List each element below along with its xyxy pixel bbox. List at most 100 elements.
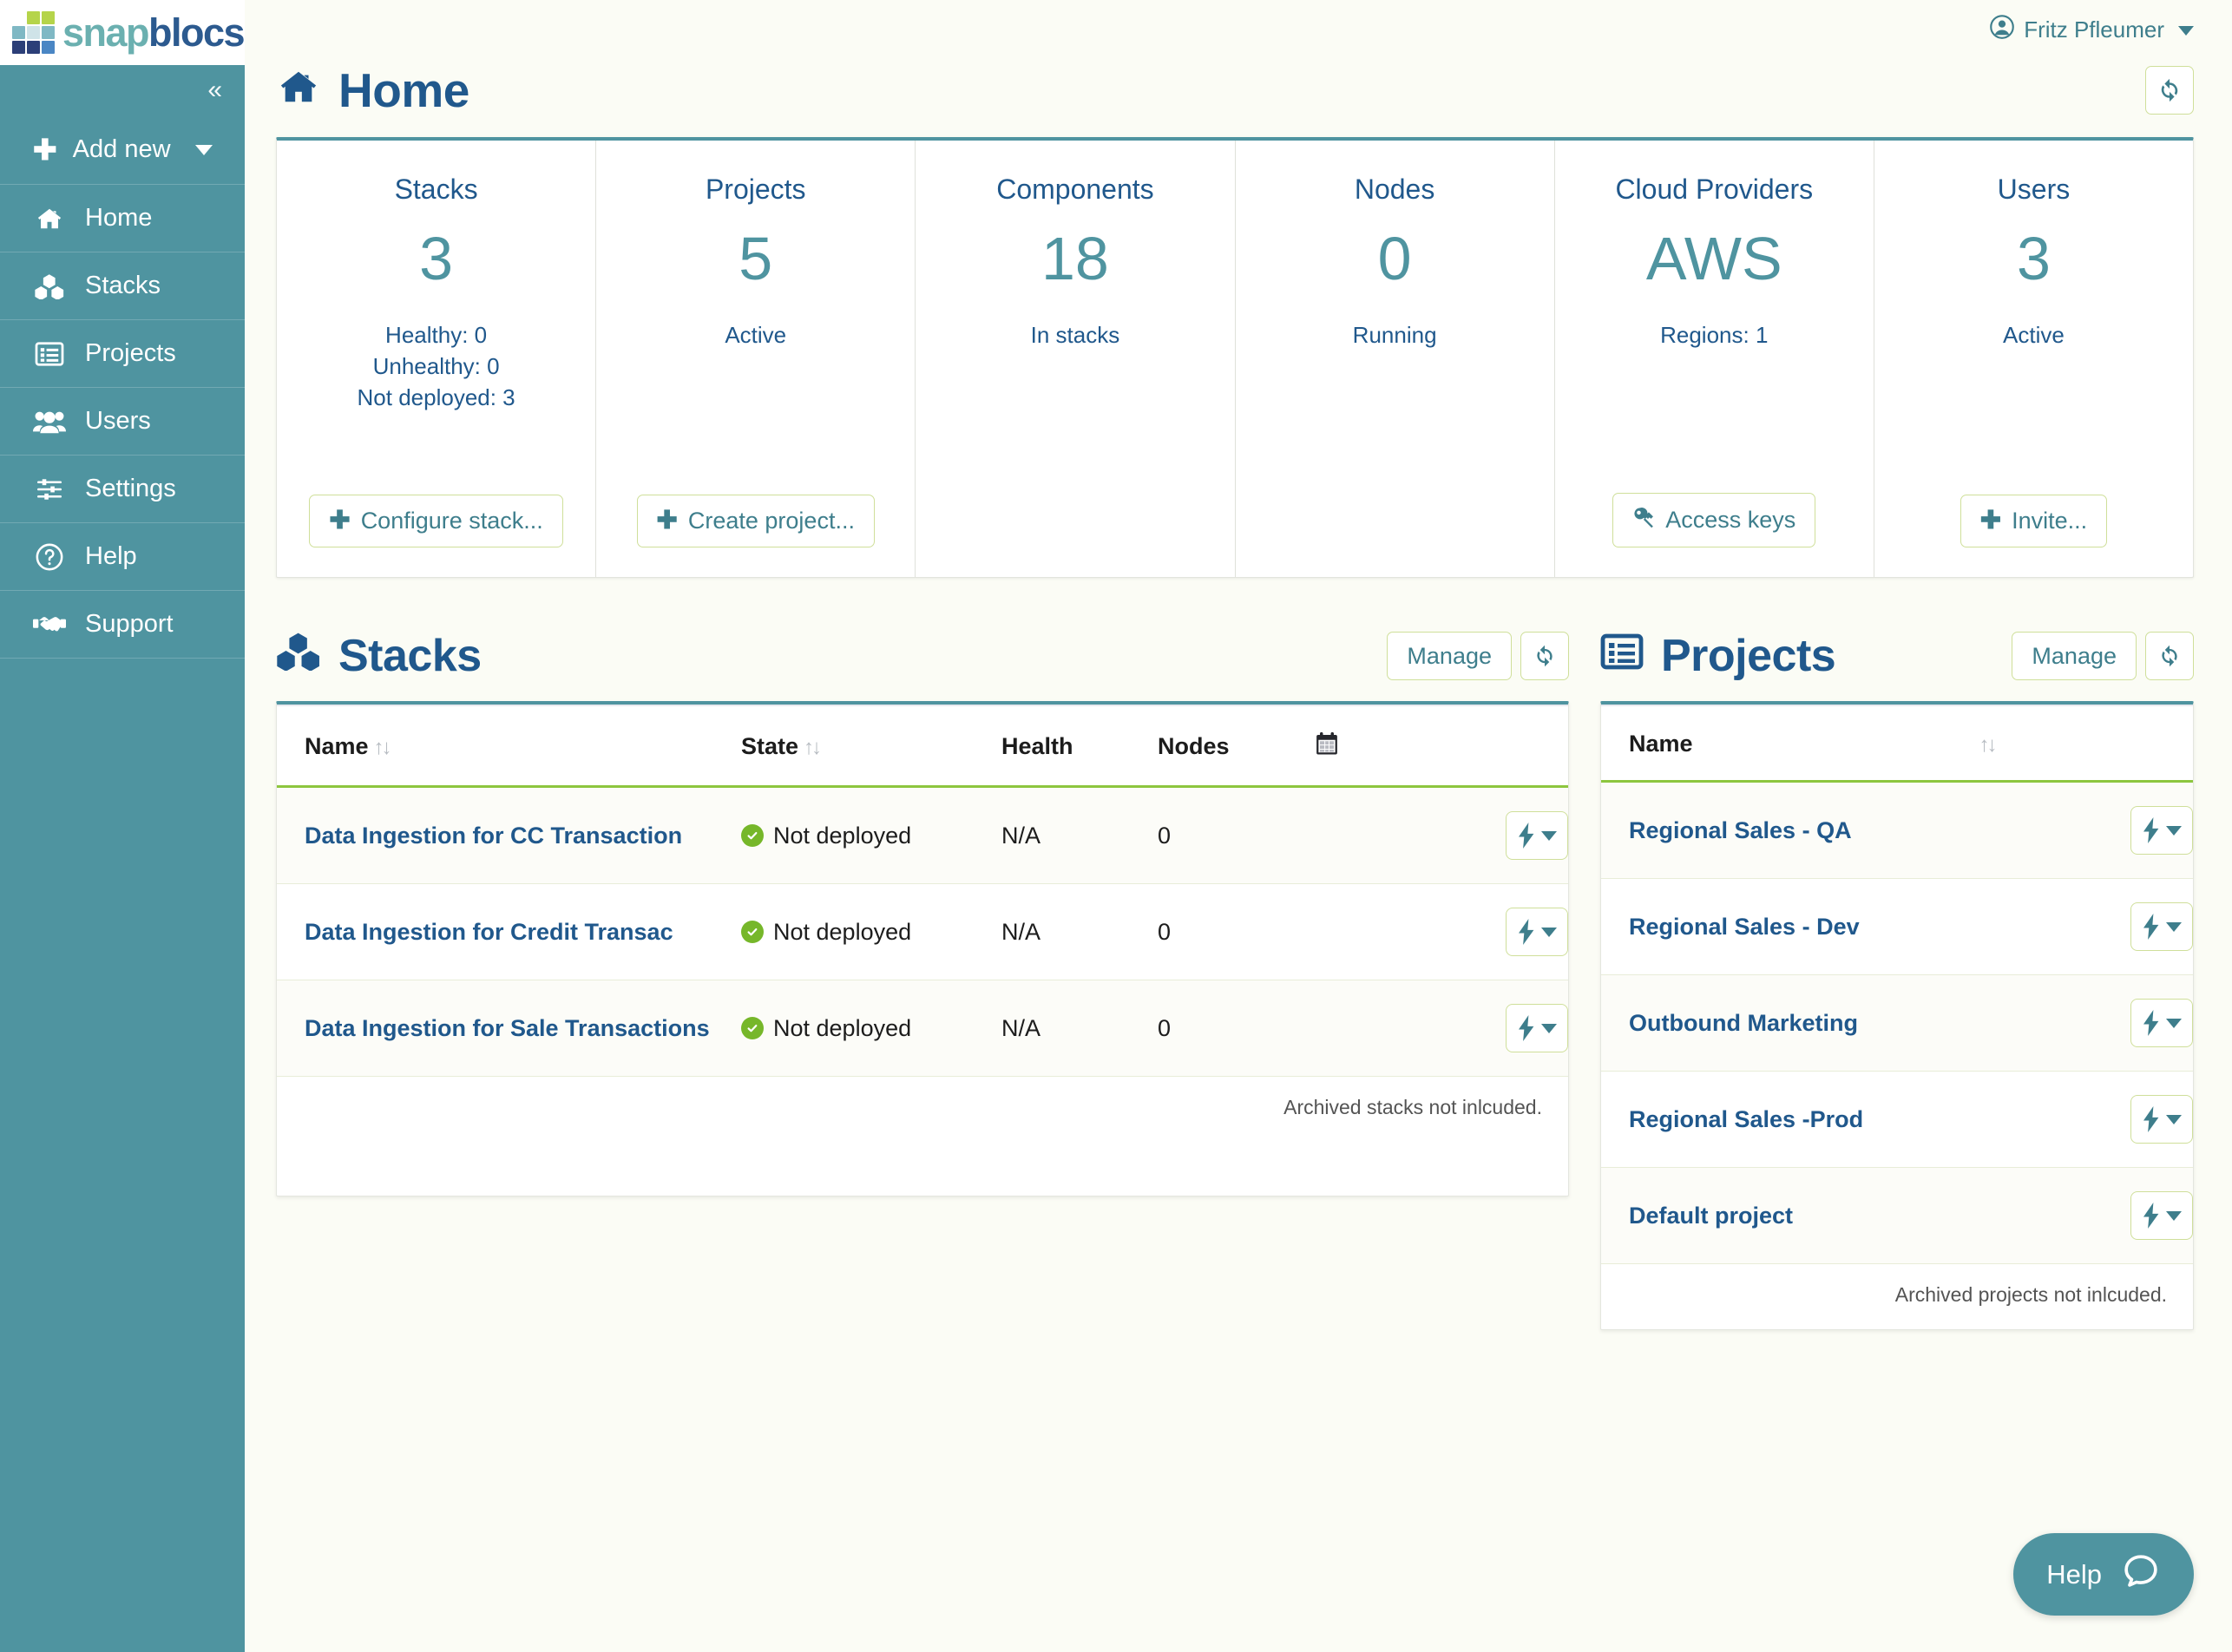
stack-actions-cell <box>1314 883 1568 980</box>
project-name-link[interactable]: Default project <box>1629 1203 1793 1229</box>
stack-name-cell: Data Ingestion for Credit Transac <box>277 883 741 980</box>
configure-stack-button[interactable]: ✚ Configure stack... <box>309 495 563 547</box>
card-subtext: Active <box>725 322 787 348</box>
stacks-icon <box>33 272 66 301</box>
help-chat-button[interactable]: Help <box>2013 1533 2194 1616</box>
projects-panel-actions: Manage <box>2012 632 2194 680</box>
key-icon <box>1632 506 1655 534</box>
stack-health-cell: N/A <box>1001 786 1158 884</box>
chevron-down-icon <box>2166 825 2182 836</box>
chevron-double-left-icon: « <box>207 75 222 104</box>
table-row: Default project <box>1601 1167 2193 1264</box>
projects-icon <box>1600 630 1644 682</box>
sidebar-item-support[interactable]: Support <box>0 591 245 659</box>
card-title: Cloud Providers <box>1615 174 1814 205</box>
stack-actions-button[interactable] <box>1506 1004 1568 1052</box>
sort-icon: ↑↓ <box>373 735 392 759</box>
card-value: AWS <box>1645 225 1782 292</box>
add-new-button[interactable]: ✚ Add new <box>0 115 245 185</box>
stacks-panel-actions: Manage <box>1387 632 1569 680</box>
sidebar-item-label: Help <box>85 542 137 570</box>
plus-icon: ✚ <box>329 507 351 534</box>
chat-bubble-icon <box>2121 1551 2161 1598</box>
refresh-page-button[interactable] <box>2145 66 2194 115</box>
invite-user-button[interactable]: ✚ Invite... <box>1960 495 2108 547</box>
stack-state-text: Not deployed <box>773 822 912 849</box>
chevron-down-icon <box>2178 26 2194 36</box>
access-keys-button[interactable]: Access keys <box>1612 493 1816 547</box>
sidebar-item-users[interactable]: Users <box>0 388 245 456</box>
stack-name-cell: Data Ingestion for CC Transaction <box>277 786 741 884</box>
panels-row: Stacks Manage Name ↑↓ State ↑↓ Health No… <box>276 630 2194 1330</box>
project-name-link[interactable]: Regional Sales - QA <box>1629 817 1852 843</box>
stacks-table-footnote: Archived stacks not inlcuded. <box>1283 1096 1542 1118</box>
manage-projects-button[interactable]: Manage <box>2012 632 2137 680</box>
stack-name-cell: Data Ingestion for Sale Transactions <box>277 980 741 1077</box>
sidebar-item-label: Stacks <box>85 272 161 299</box>
column-header-name[interactable]: Name ↑↓ <box>1601 705 2045 783</box>
sidebar-item-settings[interactable]: Settings <box>0 456 245 523</box>
page-title-text: Home <box>338 63 469 117</box>
column-header-state[interactable]: State ↑↓ <box>741 705 1001 788</box>
stack-name-link[interactable]: Data Ingestion for Credit Transac <box>305 919 673 945</box>
projects-table: Name ↑↓ Regional Sales - QA Regional Sal… <box>1601 705 2193 1264</box>
chevron-down-icon <box>2166 921 2182 932</box>
project-name-link[interactable]: Outbound Marketing <box>1629 1010 1858 1036</box>
stack-nodes-cell: 0 <box>1158 980 1314 1077</box>
card-value: 3 <box>2016 225 2051 292</box>
avatar <box>1989 14 2015 46</box>
stack-actions-button[interactable] <box>1506 908 1568 956</box>
sidebar-collapse-button[interactable]: « <box>0 65 245 115</box>
project-actions-button[interactable] <box>2130 999 2193 1047</box>
table-row: Outbound Marketing <box>1601 974 2193 1072</box>
manage-stacks-button[interactable]: Manage <box>1387 632 1512 680</box>
stacks-panel-header: Stacks Manage <box>276 630 1569 701</box>
card-value: 18 <box>1041 225 1109 292</box>
project-name-link[interactable]: Regional Sales - Dev <box>1629 914 1860 940</box>
project-actions-button[interactable] <box>2130 806 2193 855</box>
project-actions-cell <box>2045 878 2193 975</box>
card-value: 5 <box>739 225 773 292</box>
chevron-down-icon <box>194 144 213 155</box>
sidebar-item-help[interactable]: Help <box>0 523 245 591</box>
project-actions-cell <box>2045 781 2193 879</box>
plus-icon: ✚ <box>33 134 57 166</box>
user-menu[interactable]: Fritz Pfleumer <box>1989 14 2194 46</box>
brand-logo[interactable]: snapblocs <box>0 0 246 65</box>
users-icon <box>33 407 66 436</box>
stack-actions-button[interactable] <box>1506 811 1568 860</box>
table-row: Data Ingestion for CC Transaction Not de… <box>277 786 1568 884</box>
table-header-row: Name ↑↓ State ↑↓ Health Nodes <box>277 705 1568 788</box>
stacks-table-head: Name ↑↓ State ↑↓ Health Nodes <box>277 705 1568 788</box>
projects-panel: Projects Manage Name ↑↓ Regional Sales -… <box>1600 630 2194 1330</box>
create-project-button[interactable]: ✚ Create project... <box>636 495 875 547</box>
project-actions-button[interactable] <box>2130 902 2193 951</box>
summary-card-nodes: Nodes 0 Running <box>1236 141 1555 577</box>
stack-name-link[interactable]: Data Ingestion for CC Transaction <box>305 823 682 849</box>
stack-state-text: Not deployed <box>773 1014 912 1041</box>
stacks-table-body: Data Ingestion for CC Transaction Not de… <box>277 786 1568 1077</box>
table-row: Regional Sales -Prod <box>1601 1071 2193 1168</box>
stacks-table: Name ↑↓ State ↑↓ Health Nodes Data Inges… <box>277 705 1568 1077</box>
column-header-name[interactable]: Name ↑↓ <box>277 705 741 788</box>
projects-panel-header: Projects Manage <box>1600 630 2194 701</box>
project-actions-button[interactable] <box>2130 1095 2193 1144</box>
refresh-stacks-button[interactable] <box>1520 632 1569 680</box>
table-row: Regional Sales - QA <box>1601 781 2193 879</box>
sidebar-item-home[interactable]: Home <box>0 185 245 252</box>
refresh-projects-button[interactable] <box>2145 632 2194 680</box>
logo-blocks-icon <box>12 11 55 54</box>
summary-card-components: Components 18 In stacks <box>916 141 1236 577</box>
summary-card-cloud-providers: Cloud Providers AWS Regions: 1 Access ke… <box>1555 141 1874 577</box>
sidebar-item-stacks[interactable]: Stacks <box>0 252 245 320</box>
stack-name-link[interactable]: Data Ingestion for Sale Transactions <box>305 1015 710 1041</box>
project-name-link[interactable]: Regional Sales -Prod <box>1629 1106 1863 1132</box>
topbar: Fritz Pfleumer <box>276 0 2194 52</box>
card-value: 0 <box>1377 225 1412 292</box>
column-header-schedule[interactable] <box>1314 705 1568 788</box>
project-actions-button[interactable] <box>2130 1191 2193 1240</box>
plus-icon: ✚ <box>1979 507 2002 534</box>
sidebar-item-label: Home <box>85 204 153 232</box>
sidebar-item-projects[interactable]: Projects <box>0 320 245 388</box>
project-name-cell: Regional Sales - QA <box>1601 781 2045 879</box>
